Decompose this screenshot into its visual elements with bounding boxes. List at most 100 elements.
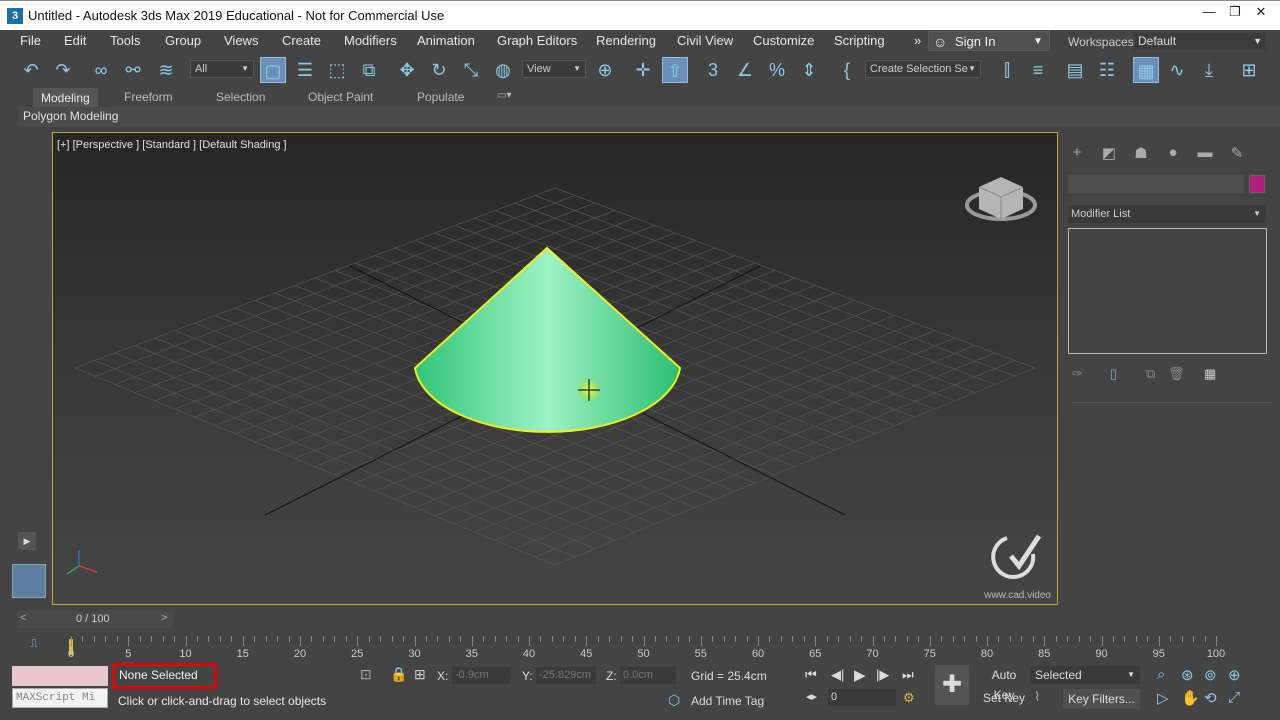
bind-space-warp-icon[interactable]: ≋ <box>153 57 179 83</box>
display-tab-icon[interactable]: ▬ <box>1194 144 1216 164</box>
maxscript-mini-input[interactable]: MAXScript Mi <box>12 688 108 708</box>
key-mode-toggle-icon[interactable]: ◂▸ <box>806 690 817 703</box>
maximize-viewport-icon[interactable]: ⤢ <box>1228 689 1240 706</box>
selection-filter-dropdown[interactable]: All ▼ <box>190 60 254 78</box>
reference-coordinate-dropdown[interactable]: View ▼ <box>522 60 586 78</box>
set-keys-icon[interactable]: ✚ <box>935 665 969 705</box>
key-filters-button[interactable]: Key Filters... <box>1063 689 1140 709</box>
undo-icon[interactable]: ↶ <box>18 57 44 83</box>
angle-snap-icon[interactable]: ∠ <box>732 57 758 83</box>
play-icon[interactable]: ▶ <box>854 666 866 684</box>
rectangular-selection-icon[interactable]: ⬚ <box>324 57 350 83</box>
modifier-list-dropdown[interactable]: Modifier List ▼ <box>1068 205 1266 223</box>
viewport-layout-icon[interactable] <box>12 564 46 598</box>
menu-views[interactable]: Views <box>224 33 258 48</box>
percent-snap-icon[interactable]: % <box>764 57 790 83</box>
link-icon[interactable]: ∞ <box>88 57 114 83</box>
select-object-icon[interactable]: ▢ <box>260 57 286 83</box>
placement-icon[interactable]: ◍ <box>490 57 516 83</box>
remove-modifier-icon[interactable]: 🗑 <box>1168 366 1185 382</box>
menu-file[interactable]: File <box>20 33 41 48</box>
tab-modeling[interactable]: Modeling <box>33 88 98 108</box>
time-tag-icon[interactable]: ⬡ <box>668 692 680 709</box>
default-in-out-tangents-icon[interactable]: ⌇ <box>1034 689 1040 705</box>
select-manipulate-icon[interactable]: ✛ <box>630 57 656 83</box>
motion-tab-icon[interactable]: ● <box>1162 144 1184 164</box>
tab-object-paint[interactable]: Object Paint <box>308 90 373 104</box>
x-coordinate-field[interactable]: -0.9cm <box>452 667 510 684</box>
modifier-stack[interactable] <box>1068 228 1267 354</box>
menu-rendering[interactable]: Rendering <box>596 33 656 48</box>
go-to-end-icon[interactable]: ⏭ <box>902 667 914 683</box>
next-frame-icon[interactable]: > <box>161 612 173 624</box>
material-editor-icon[interactable]: ⊞ <box>1236 57 1262 83</box>
lock-selection-icon[interactable]: 🔒 <box>390 666 407 683</box>
go-to-start-icon[interactable]: ⏮ <box>805 667 817 683</box>
menu-graph-editors[interactable]: Graph Editors <box>497 33 577 48</box>
menu-scripting[interactable]: Scripting <box>834 33 885 48</box>
current-frame-field[interactable]: 0 <box>828 689 896 706</box>
pan-view-icon[interactable]: ✋ <box>1181 689 1200 707</box>
modify-tab-icon[interactable]: ◩ <box>1098 144 1120 164</box>
align-icon[interactable]: ≡ <box>1025 57 1051 83</box>
edit-named-selection-icon[interactable]: { <box>834 57 860 83</box>
time-slider[interactable]: < 0 / 100 > <box>18 611 173 628</box>
absolute-mode-icon[interactable]: ⊞ <box>414 666 426 683</box>
utilities-tab-icon[interactable]: ✎ <box>1226 144 1248 164</box>
menu-overflow-icon[interactable]: » <box>914 33 921 48</box>
menu-customize[interactable]: Customize <box>753 33 814 48</box>
tab-selection[interactable]: Selection <box>216 90 265 104</box>
zoom-extents-all-icon[interactable]: ⊕ <box>1228 666 1241 684</box>
configure-modifier-sets-icon[interactable]: ▦ <box>1204 366 1216 382</box>
zoom-extents-icon[interactable]: ⊚ <box>1204 666 1217 684</box>
sign-in-button[interactable]: ☺ Sign In ▼ <box>928 31 1050 51</box>
select-by-name-icon[interactable]: ☰ <box>292 57 318 83</box>
menu-group[interactable]: Group <box>165 33 201 48</box>
y-coordinate-field[interactable]: -25.829cm <box>536 667 596 684</box>
object-name-field[interactable] <box>1068 175 1244 193</box>
toggle-ribbon-icon[interactable]: ▦ <box>1133 57 1159 83</box>
z-coordinate-field[interactable]: 0.0cm <box>620 667 676 684</box>
hierarchy-tab-icon[interactable]: ☗ <box>1130 144 1152 164</box>
set-key-button[interactable]: Set Key <box>980 688 1028 708</box>
menu-tools[interactable]: Tools <box>110 33 140 48</box>
move-icon[interactable]: ✥ <box>394 57 420 83</box>
scene-explorer-icon[interactable]: ▤ <box>1062 57 1088 83</box>
layer-explorer-icon[interactable]: ☷ <box>1094 57 1120 83</box>
next-key-icon[interactable]: |▶ <box>876 667 889 683</box>
schematic-view-icon[interactable]: ⤓ <box>1196 57 1222 83</box>
tab-freeform[interactable]: Freeform <box>124 90 173 104</box>
previous-key-icon[interactable]: ◀| <box>831 667 844 683</box>
scale-icon[interactable]: ⤡ <box>458 57 484 83</box>
orbit-icon[interactable]: ⟲ <box>1204 689 1217 707</box>
redo-icon[interactable]: ↷ <box>50 57 76 83</box>
keyboard-shortcut-override-icon[interactable]: ⇧ <box>662 57 688 83</box>
unlink-icon[interactable]: ⚯ <box>120 57 146 83</box>
menu-civil-view[interactable]: Civil View <box>677 33 733 48</box>
menu-animation[interactable]: Animation <box>417 33 475 48</box>
ribbon-options-icon[interactable]: ▭▾ <box>497 90 511 101</box>
previous-frame-icon[interactable]: < <box>20 612 32 624</box>
menu-create[interactable]: Create <box>282 33 321 48</box>
restore-icon[interactable]: ❐ <box>1222 3 1248 23</box>
zoom-icon[interactable]: ⌕ <box>1157 666 1165 683</box>
expand-arrow-icon[interactable]: ▶ <box>18 532 36 550</box>
object-color-swatch[interactable] <box>1249 175 1265 193</box>
field-of-view-icon[interactable]: ▷ <box>1157 689 1169 707</box>
snaps-toggle-icon[interactable]: 3 <box>700 57 726 83</box>
add-time-tag[interactable]: Add Time Tag <box>691 694 764 708</box>
rotate-icon[interactable]: ↻ <box>426 57 452 83</box>
time-configuration-icon[interactable]: ⚙ <box>903 690 915 706</box>
curve-editor-icon[interactable]: ∿ <box>1164 57 1190 83</box>
isolate-selection-icon[interactable]: ⊡ <box>360 666 372 683</box>
perspective-viewport[interactable]: [+] [Perspective ] [Standard ] [Default … <box>52 132 1058 605</box>
pivot-center-icon[interactable]: ⊕ <box>592 57 618 83</box>
mirror-icon[interactable]: ⫿ <box>994 57 1020 83</box>
close-icon[interactable]: ✕ <box>1248 3 1274 23</box>
create-tab-icon[interactable]: + <box>1066 144 1088 164</box>
viewport-label[interactable]: [+] [Perspective ] [Standard ] [Default … <box>57 139 287 151</box>
window-crossing-icon[interactable]: ⧉ <box>356 57 382 83</box>
minimize-icon[interactable]: — <box>1196 3 1222 23</box>
auto-key-button[interactable]: Auto Key <box>980 665 1028 702</box>
pin-stack-icon[interactable]: ✑ <box>1072 366 1083 382</box>
